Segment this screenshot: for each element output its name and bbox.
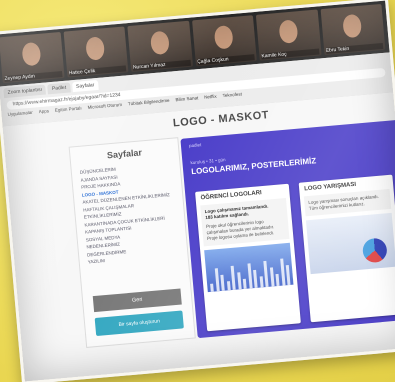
drip-mark bbox=[291, 271, 294, 285]
bookmark-item[interactable]: Netflix bbox=[204, 94, 217, 100]
participant-name: Çağla Coşkun bbox=[196, 54, 255, 66]
drip-mark bbox=[253, 269, 258, 289]
padlet-embed: padlet kuruluş • 31 • gün LOGOLARIMIZ, P… bbox=[180, 119, 395, 339]
scene: Zeynep Aydın Hatice Çelik Nurcan Yılmaz … bbox=[0, 0, 395, 382]
bookmark-item[interactable]: Tübitak Bilgilendirme bbox=[128, 98, 170, 107]
page-title: LOGO - MASKOT bbox=[172, 109, 270, 130]
create-page-button[interactable]: Bir sayfa oluşturun bbox=[94, 310, 184, 337]
avatar bbox=[342, 14, 363, 39]
avatar bbox=[213, 25, 235, 50]
drip-mark bbox=[226, 281, 231, 291]
participant-tile[interactable]: Nurcan Yılmaz bbox=[127, 20, 193, 72]
drip-mark bbox=[236, 272, 242, 290]
web-page: LOGO - MASKOT Sayfalar DÜŞÜNCELERİM AJAND… bbox=[2, 92, 395, 382]
drip-mark bbox=[285, 264, 291, 286]
back-button[interactable]: Geri bbox=[92, 288, 182, 313]
drip-mark bbox=[242, 278, 247, 290]
tab-padlet[interactable]: Padlet bbox=[47, 82, 71, 95]
participant-name: Zeynep Aydın bbox=[4, 71, 63, 83]
participant-tile[interactable]: Hatice Çelik bbox=[63, 26, 129, 78]
bookmark-item[interactable]: Bilim Sanat bbox=[175, 95, 198, 102]
photo-of-screen: Zeynep Aydın Hatice Çelik Nurcan Yılmaz … bbox=[0, 0, 395, 382]
participant-tile[interactable]: Kamile Koç bbox=[255, 9, 322, 61]
drip-mark bbox=[259, 276, 264, 288]
avatar bbox=[85, 36, 106, 62]
participant-name: Ebru Tekin bbox=[325, 42, 384, 54]
avatar bbox=[277, 19, 299, 45]
tab-sayfalar[interactable]: Sayfalar bbox=[71, 79, 99, 93]
post-image bbox=[204, 242, 294, 293]
drip-mark bbox=[246, 263, 253, 289]
participant-name: Kamile Koç bbox=[261, 48, 320, 60]
participant-tile[interactable]: Çağla Coşkun bbox=[191, 15, 257, 67]
drip-mark bbox=[210, 283, 214, 292]
drip-mark bbox=[263, 260, 269, 288]
bookmark-item[interactable]: Apps bbox=[39, 108, 50, 114]
pie-graphic bbox=[361, 237, 388, 264]
drip-mark bbox=[214, 268, 220, 292]
post-image bbox=[305, 212, 395, 275]
bookmark-item[interactable]: Microsoft Oturum bbox=[87, 102, 122, 110]
bookmark-item[interactable]: Teknofest bbox=[222, 91, 242, 98]
pages-sidebar: Sayfalar DÜŞÜNCELERİM AJANDA SAYFASI PROJE… bbox=[68, 137, 196, 348]
sidebar-list: DÜŞÜNCELERİM AJANDA SAYFASI PROJE HAKKINDA… bbox=[80, 161, 182, 266]
tab-zoom[interactable]: Zoom toplantısı bbox=[3, 84, 47, 99]
drip-mark bbox=[230, 265, 236, 290]
padlet-column-student-logos: ÖĞRENCİ LOGOLARI Logo çalışmamız tamamla… bbox=[195, 183, 301, 332]
participant-name: Hatice Çelik bbox=[68, 65, 127, 77]
participant-name: Nurcan Yılmaz bbox=[132, 59, 191, 71]
drip-mark bbox=[220, 274, 225, 291]
drip-mark bbox=[279, 258, 286, 286]
padlet-post[interactable]: Logo çalışmamız tamamlandı. 183 katılım … bbox=[200, 197, 290, 247]
drip-mark bbox=[275, 273, 280, 287]
participant-tile[interactable]: Ebru Tekin bbox=[320, 3, 386, 56]
post-text: Logo yarışması sonuçları açıklandı. Tüm … bbox=[308, 193, 380, 211]
bookmark-item[interactable]: Egitim Portalı bbox=[55, 105, 82, 112]
post-text: Proje okul öğrencilerinin logo çalışmala… bbox=[205, 219, 275, 241]
bookmark-item[interactable]: Uygulamalar bbox=[7, 110, 33, 117]
drip-mark bbox=[269, 267, 275, 287]
avatar bbox=[20, 42, 42, 67]
padlet-column-logo-contest: LOGO YARIŞMASI Logo yarışması sonuçları … bbox=[298, 174, 395, 323]
avatar bbox=[149, 30, 170, 56]
participant-tile[interactable]: Zeynep Aydın bbox=[0, 32, 65, 84]
